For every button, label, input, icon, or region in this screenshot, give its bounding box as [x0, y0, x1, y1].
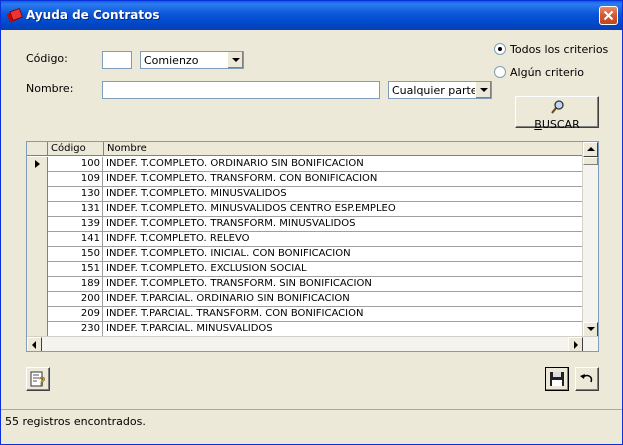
row-indicator[interactable]: [27, 172, 48, 187]
chevron-down-icon[interactable]: [475, 82, 491, 98]
vertical-scroll-thumb[interactable]: [583, 157, 598, 165]
status-text: 55 registros encontrados.: [5, 415, 146, 428]
table-row[interactable]: 151 INDEF. T.COMPLETO. EXCLUSION SOCIAL: [27, 262, 583, 277]
cell-nombre[interactable]: INDEF. T.COMPLETO. INICIAL. CON BONIFICA…: [104, 247, 583, 262]
status-bar: 55 registros encontrados.: [1, 409, 622, 444]
cell-nombre[interactable]: INDEF. T.COMPLETO. MINUSVALIDOS: [104, 187, 583, 202]
codigo-label: Código:: [26, 52, 68, 65]
contracts-help-window: Ayuda de Contratos Código: Comienzo Nomb…: [0, 0, 623, 445]
row-indicator[interactable]: [27, 292, 48, 307]
scroll-right-icon[interactable]: [568, 337, 583, 351]
row-indicator[interactable]: [27, 232, 48, 247]
chevron-down-icon[interactable]: [227, 52, 243, 68]
cell-nombre[interactable]: INDFF. T.COMPLETO. RELEVO: [104, 232, 583, 247]
row-indicator[interactable]: [27, 202, 48, 217]
close-button[interactable]: [599, 6, 618, 25]
todos-criterios-radio[interactable]: [494, 43, 506, 55]
row-indicator[interactable]: [27, 307, 48, 322]
cell-codigo[interactable]: 131: [48, 202, 103, 217]
table-row[interactable]: 139 INDEF. T.COMPLETO. TRANSFORM. MINUSVA…: [27, 217, 583, 232]
scroll-left-icon[interactable]: [27, 337, 42, 351]
row-indicator[interactable]: [27, 262, 48, 277]
table-row[interactable]: 230 INDEF. T.PARCIAL. MINUSVALIDOS: [27, 322, 583, 337]
cell-codigo[interactable]: 189: [48, 277, 103, 292]
cell-codigo[interactable]: 100: [48, 157, 103, 172]
table-row[interactable]: 100 INDEF. T.COMPLETO. ORDINARIO SIN BONI…: [27, 157, 583, 172]
table-row[interactable]: 130 INDEF. T.COMPLETO. MINUSVALIDOS: [27, 187, 583, 202]
cell-codigo[interactable]: 130: [48, 187, 103, 202]
help-document-icon: ?: [30, 371, 46, 388]
row-indicator[interactable]: [27, 217, 48, 232]
help-button[interactable]: ?: [26, 367, 50, 391]
row-indicator[interactable]: [27, 247, 48, 262]
row-indicator[interactable]: [27, 157, 48, 172]
table-row[interactable]: 209 INDEF. T.PARCIAL. TRANSFORM. CON BONI…: [27, 307, 583, 322]
buscar-label: BUSCAR: [534, 118, 580, 131]
contracts-table[interactable]: Código Nombre 100 INDEF. T.COMPLETO. ORDI…: [26, 141, 599, 352]
scroll-up-icon[interactable]: [583, 142, 598, 157]
nombre-match-value: Cualquier parte: [392, 84, 478, 97]
cell-codigo[interactable]: 141: [48, 232, 103, 247]
cell-nombre[interactable]: INDEF. T.PARCIAL. MINUSVALIDOS: [104, 322, 583, 337]
table-row[interactable]: 141 INDFF. T.COMPLETO. RELEVO: [27, 232, 583, 247]
table-row[interactable]: 150 INDEF. T.COMPLETO. INICIAL. CON BONIF…: [27, 247, 583, 262]
codigo-match-select[interactable]: Comienzo: [140, 51, 244, 69]
cell-nombre[interactable]: INDEF. T.COMPLETO. TRANSFORM. CON BONIFI…: [104, 172, 583, 187]
cell-codigo[interactable]: 139: [48, 217, 103, 232]
table-row[interactable]: 131 INDEF. T.COMPLETO. MINUSVALIDOS CENTR…: [27, 202, 583, 217]
cell-codigo[interactable]: 209: [48, 307, 103, 322]
contracts-app-icon: [6, 8, 23, 23]
scroll-down-icon[interactable]: [583, 322, 598, 337]
floppy-save-icon: [550, 372, 564, 386]
close-icon: [603, 10, 614, 21]
cell-codigo[interactable]: 151: [48, 262, 103, 277]
cell-nombre[interactable]: INDEF. T.PARCIAL. TRANSFORM. CON BONIFIC…: [104, 307, 583, 322]
row-indicator-header: [27, 142, 48, 156]
algun-criterio-radio[interactable]: [494, 66, 506, 78]
cell-nombre[interactable]: INDEF. T.COMPLETO. ORDINARIO SIN BONIFIC…: [104, 157, 583, 172]
cell-nombre[interactable]: INDEF. T.COMPLETO. TRANSFORM. SIN BONIFI…: [104, 277, 583, 292]
algun-criterio-label[interactable]: Algún criterio: [510, 66, 584, 79]
cell-nombre[interactable]: INDEF. T.COMPLETO. MINUSVALIDOS CENTRO E…: [104, 202, 583, 217]
cell-codigo[interactable]: 230: [48, 322, 103, 337]
column-header-codigo[interactable]: Código: [48, 142, 104, 156]
vertical-scrollbar[interactable]: [582, 142, 598, 337]
table-row[interactable]: 200 INDEF. T.PARCIAL. ORDINARIO SIN BONIF…: [27, 292, 583, 307]
row-indicator[interactable]: [27, 277, 48, 292]
undo-button[interactable]: [575, 367, 599, 391]
table-header: Código Nombre: [27, 142, 583, 156]
row-indicator[interactable]: [27, 322, 48, 337]
cell-codigo[interactable]: 150: [48, 247, 103, 262]
window-title: Ayuda de Contratos: [26, 8, 160, 22]
save-button[interactable]: [545, 367, 569, 391]
codigo-match-value: Comienzo: [144, 54, 199, 67]
cell-nombre[interactable]: INDEF. T.COMPLETO. TRANSFORM. MINUSVALID…: [104, 217, 583, 232]
row-indicator[interactable]: [27, 187, 48, 202]
table-row[interactable]: 109 INDEF. T.COMPLETO. TRANSFORM. CON BON…: [27, 172, 583, 187]
undo-arrow-icon: [580, 374, 593, 383]
todos-criterios-label[interactable]: Todos los criterios: [510, 43, 608, 56]
horizontal-scrollbar[interactable]: [27, 336, 598, 351]
column-header-nombre[interactable]: Nombre: [104, 142, 583, 156]
cell-nombre[interactable]: INDEF. T.PARCIAL. ORDINARIO SIN BONIFICA…: [104, 292, 583, 307]
cell-nombre[interactable]: INDEF. T.COMPLETO. EXCLUSION SOCIAL: [104, 262, 583, 277]
magnifier-icon: [551, 100, 564, 114]
table-row[interactable]: 189 INDEF. T.COMPLETO. TRANSFORM. SIN BON…: [27, 277, 583, 292]
nombre-label: Nombre:: [26, 82, 74, 95]
nombre-input[interactable]: [102, 81, 380, 99]
cell-codigo[interactable]: 109: [48, 172, 103, 187]
svg-text:?: ?: [39, 375, 45, 388]
nombre-match-select[interactable]: Cualquier parte: [388, 81, 492, 99]
codigo-input[interactable]: [102, 51, 132, 69]
buscar-button[interactable]: BUSCAR: [515, 96, 599, 131]
cell-codigo[interactable]: 200: [48, 292, 103, 307]
title-bar[interactable]: Ayuda de Contratos: [1, 1, 622, 30]
